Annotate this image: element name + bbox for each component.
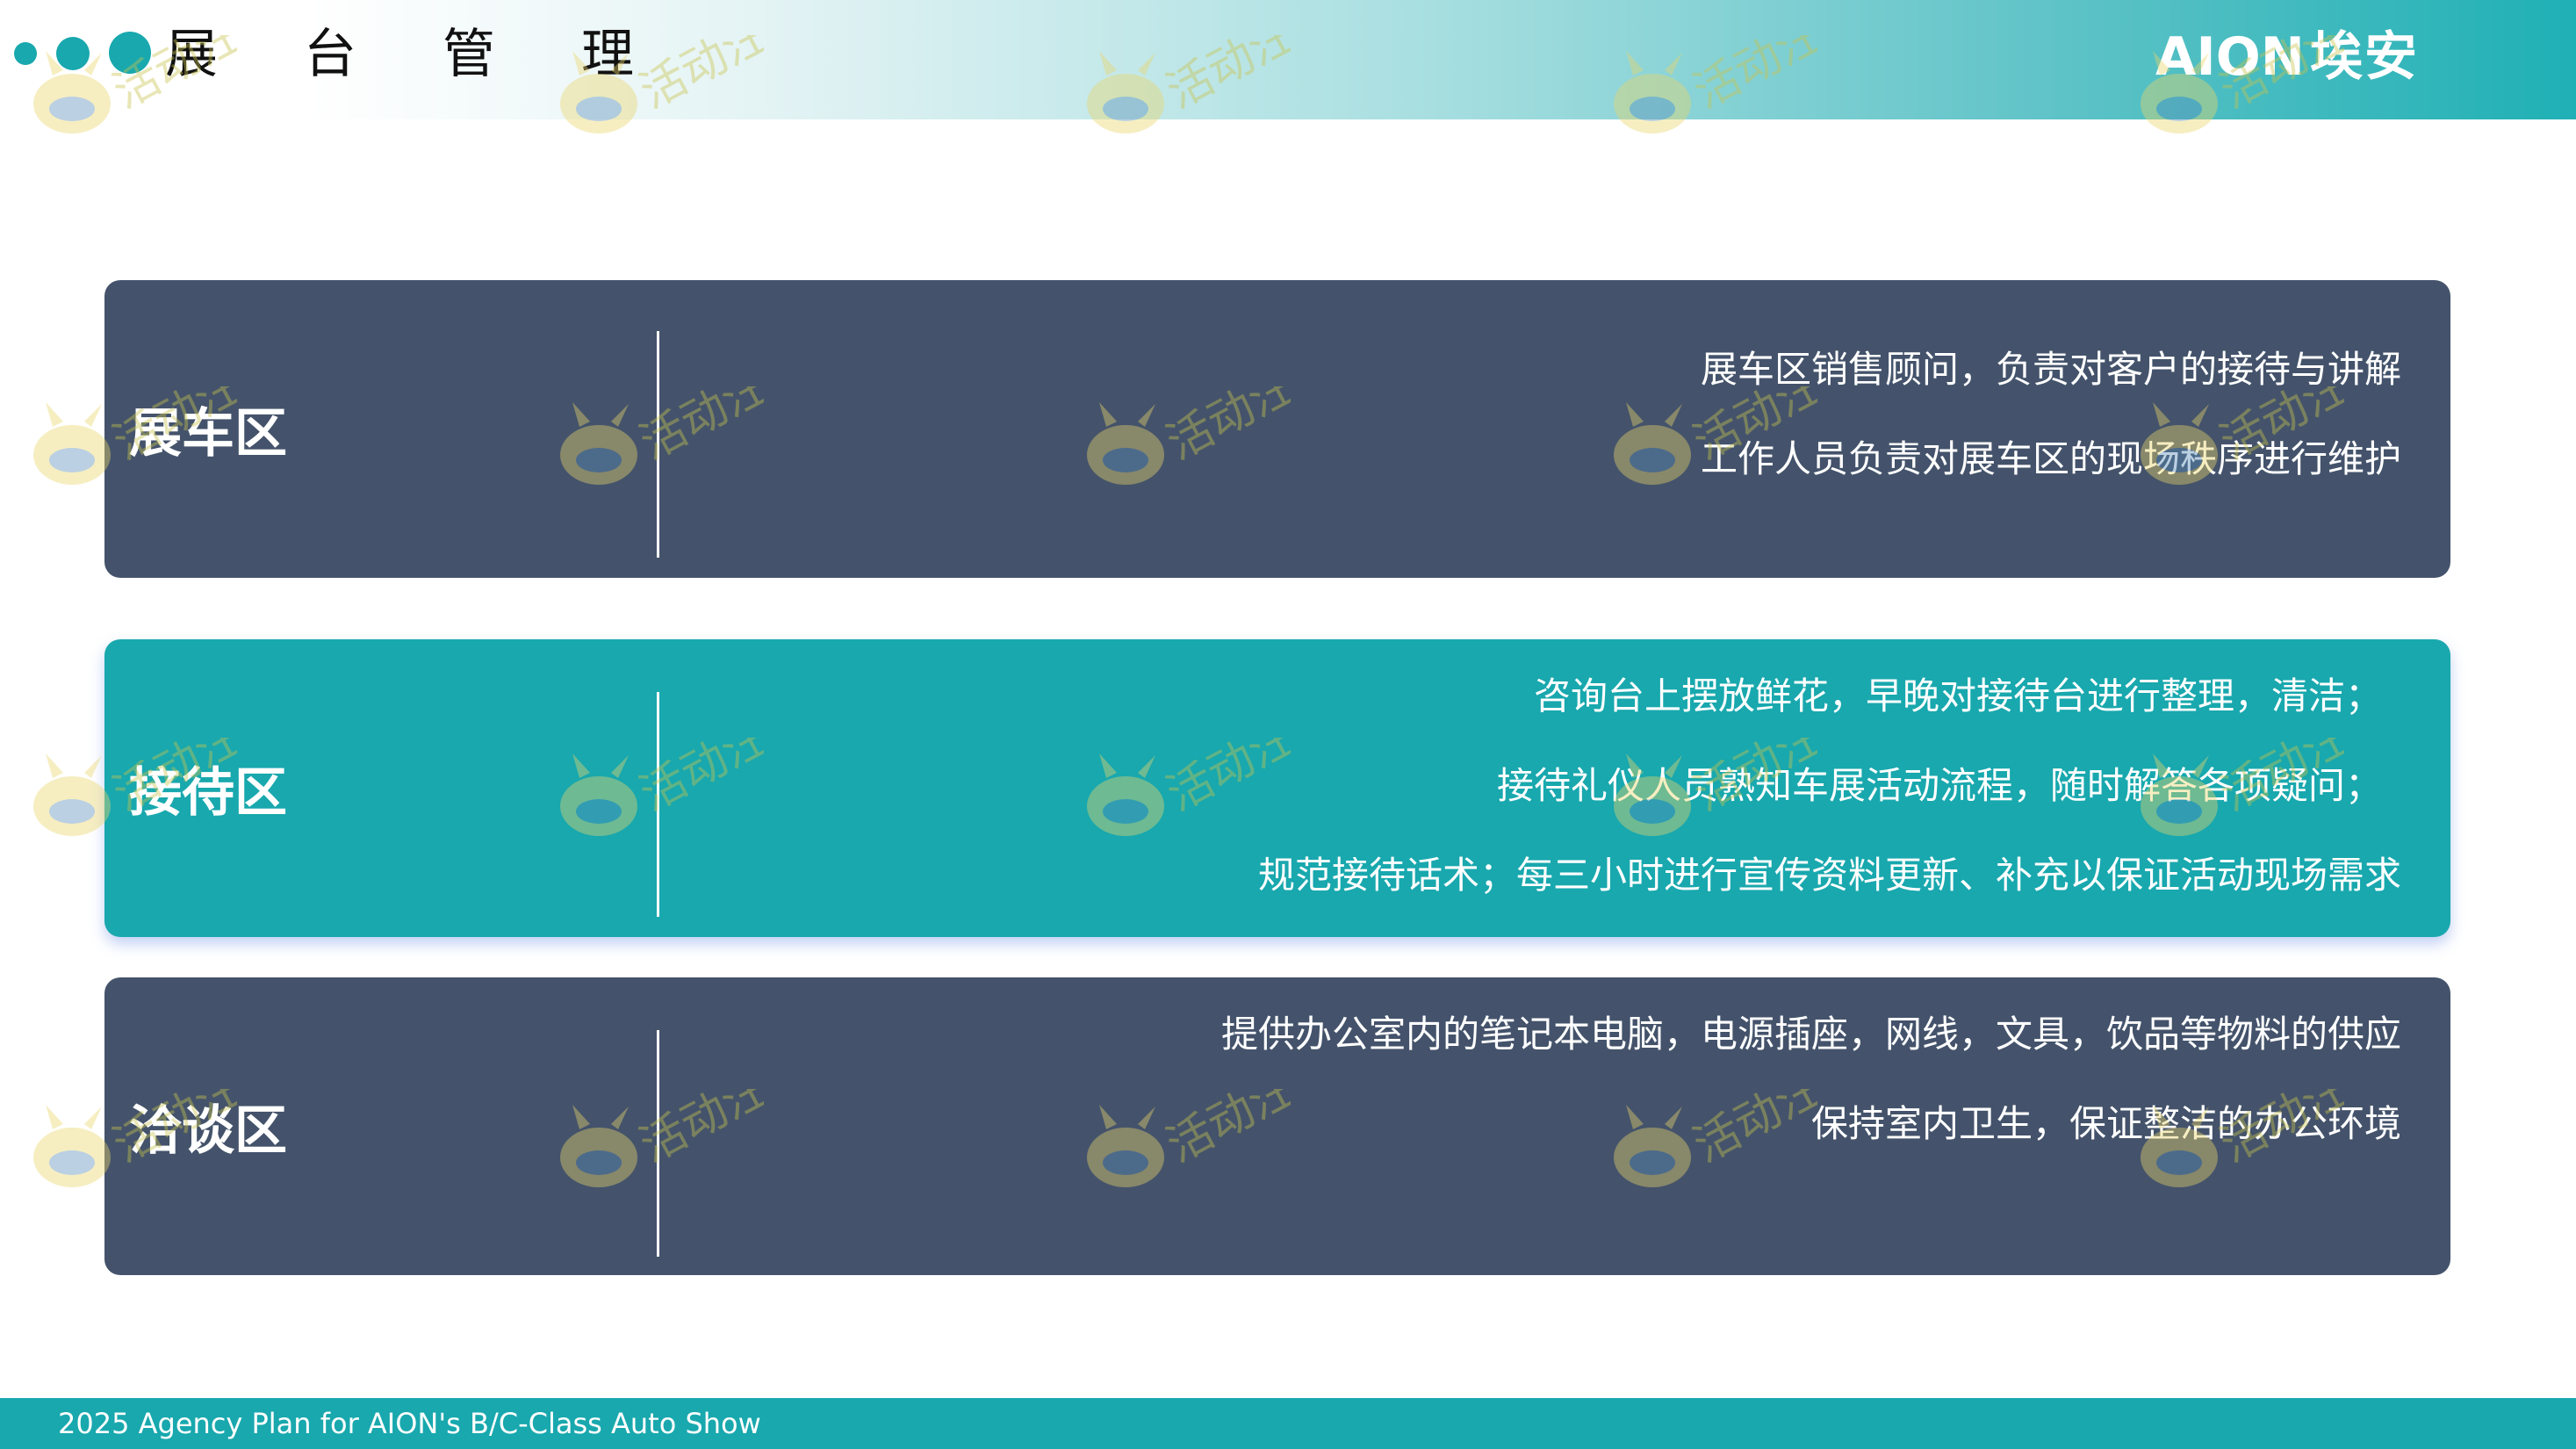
zone-lines: 咨询台上摆放鲜花，早晚对接待台进行整理，清洁； 接待礼仪人员熟知车展活动流程，随… bbox=[1258, 652, 2401, 920]
footer-bar: 2025 Agency Plan for AION's B/C-Class Au… bbox=[0, 1398, 2576, 1449]
zone-panel-reception: 接待区 咨询台上摆放鲜花，早晚对接待台进行整理，清洁； 接待礼仪人员熟知车展活动… bbox=[104, 639, 2450, 937]
zone-label: 洽谈区 bbox=[129, 1100, 287, 1162]
divider-line bbox=[657, 331, 659, 558]
zone-line: 咨询台上摆放鲜花，早晚对接待台进行整理，清洁； bbox=[1533, 674, 2382, 717]
logo-chinese: 埃安 bbox=[2309, 26, 2419, 88]
aion-logo: AION 埃安 bbox=[2155, 26, 2419, 88]
zone-line: 接待礼仪人员熟知车展活动流程，随时解答各项疑问； bbox=[1496, 764, 2382, 807]
logo-latin: AION bbox=[2155, 26, 2305, 88]
zone-panel-display: 展车区 展车区销售顾问，负责对客户的接待与讲解 工作人员负责对展车区的现场秩序进… bbox=[104, 280, 2450, 578]
zone-lines: 展车区销售顾问，负责对客户的接待与讲解 工作人员负责对展车区的现场秩序进行维护 bbox=[1701, 325, 2401, 504]
page-title: 展台管理 bbox=[165, 24, 720, 85]
zone-line: 展车区销售顾问，负责对客户的接待与讲解 bbox=[1700, 348, 2401, 391]
zone-label: 接待区 bbox=[129, 762, 287, 824]
decorative-dot-medium bbox=[56, 37, 90, 70]
zone-line: 规范接待话术；每三小时进行宣传资料更新、补充以保证活动现场需求 bbox=[1257, 854, 2401, 897]
zone-line: 工作人员负责对展车区的现场秩序进行维护 bbox=[1700, 437, 2401, 480]
decorative-dot-large bbox=[109, 32, 151, 74]
divider-line bbox=[657, 692, 659, 917]
header-banner: 展台管理 AION 埃安 bbox=[0, 0, 2576, 119]
zone-line: 提供办公室内的笔记本电脑，电源插座，网线，文具，饮品等物料的供应 bbox=[1220, 1013, 2401, 1056]
zone-panel-negotiation: 洽谈区 提供办公室内的笔记本电脑，电源插座，网线，文具，饮品等物料的供应 保持室… bbox=[104, 977, 2450, 1275]
decorative-dot-small bbox=[14, 42, 37, 65]
zone-line: 保持室内卫生，保证整洁的办公环境 bbox=[1810, 1102, 2401, 1145]
zone-label: 展车区 bbox=[129, 403, 287, 465]
zone-lines: 提供办公室内的笔记本电脑，电源插座，网线，文具，饮品等物料的供应 保持室内卫生，… bbox=[1221, 990, 2401, 1169]
footer-text: 2025 Agency Plan for AION's B/C-Class Au… bbox=[58, 1407, 761, 1440]
divider-line bbox=[657, 1030, 659, 1257]
